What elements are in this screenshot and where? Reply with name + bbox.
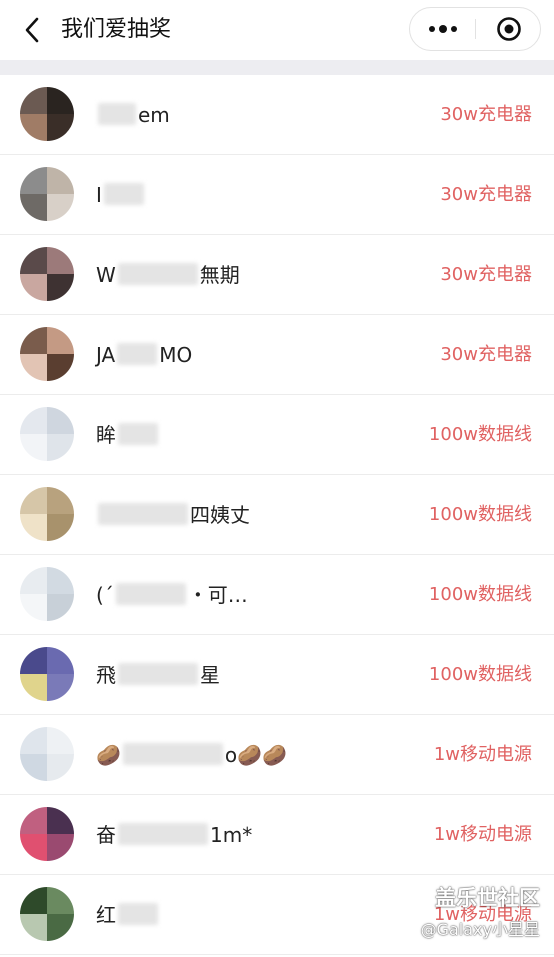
chevron-left-icon (25, 17, 39, 43)
redacted-name-blur (122, 743, 223, 765)
redacted-name-blur (98, 103, 136, 125)
winner-name-end: 星 (200, 663, 220, 687)
close-mini-program-button[interactable] (476, 8, 541, 50)
avatar (20, 727, 74, 781)
prize-label: 30w充电器 (440, 104, 532, 125)
prize-label: 1w移动电源 (433, 904, 532, 925)
redacted-name-blur (118, 423, 158, 445)
list-item: 红 1w移动电源 (0, 875, 554, 955)
list-item: 四姨丈 100w数据线 (0, 475, 554, 555)
list-item: 飛星 100w数据线 (0, 635, 554, 715)
winner-name: 🥔 o🥔🥔 (96, 740, 287, 770)
winner-name-end: ・可… (187, 583, 248, 607)
winner-name-start: 飛 (96, 663, 116, 687)
list-item: 🥔 o🥔🥔 1w移动电源 (0, 715, 554, 795)
winner-name: 四姨丈 (96, 500, 250, 530)
avatar (20, 487, 74, 541)
back-button[interactable] (18, 14, 46, 46)
avatar (20, 87, 74, 141)
redacted-name-blur (118, 903, 158, 925)
winner-name-start: 眸 (96, 423, 116, 447)
prize-label: 1w移动电源 (433, 824, 532, 845)
avatar (20, 807, 74, 861)
redacted-name-blur (117, 263, 198, 285)
redacted-name-blur (117, 343, 158, 365)
redacted-name-blur (115, 583, 186, 605)
winner-name: em (96, 100, 170, 130)
avatar (20, 887, 74, 941)
winner-name-start: (´ (96, 583, 114, 607)
winner-name-start: 🥔 (96, 743, 121, 767)
list-item: 奋 1m* 1w移动电源 (0, 795, 554, 875)
section-spacer (0, 60, 554, 75)
winner-name-end: o🥔🥔 (224, 743, 287, 767)
redacted-name-blur (118, 823, 208, 845)
list-item: W 無期 30w充电器 (0, 235, 554, 315)
list-item: JA MO 30w充电器 (0, 315, 554, 395)
redacted-name-blur (98, 503, 188, 525)
list-item: I 30w充电器 (0, 155, 554, 235)
winner-list: em 30w充电器 I 30w充电器 W 無期 30w充电器 JA MO 30w充电器眸 100w数… (0, 75, 554, 957)
winner-name-start: JA (96, 343, 116, 367)
redacted-name-blur (118, 663, 198, 685)
prize-label: 100w数据线 (428, 584, 532, 605)
winner-name-end: 無期 (199, 263, 240, 287)
avatar (20, 407, 74, 461)
winner-name: I (96, 180, 146, 210)
winner-name-end: em (138, 103, 170, 127)
winner-name: (´ ・可… (96, 580, 248, 610)
avatar (20, 247, 74, 301)
winner-name: W 無期 (96, 260, 240, 290)
winner-name-end: 1m* (210, 823, 253, 847)
winner-name: 眸 (96, 420, 160, 450)
winner-name-start: W (96, 263, 116, 287)
prize-label: 30w充电器 (440, 184, 532, 205)
list-item: 眸 100w数据线 (0, 395, 554, 475)
mini-program-capsule (409, 7, 541, 51)
avatar (20, 167, 74, 221)
list-item: (´ ・可… 100w数据线 (0, 555, 554, 635)
winner-name: 奋 1m* (96, 820, 252, 850)
winner-name: JA MO (96, 340, 192, 370)
avatar (20, 647, 74, 701)
target-circle-icon (496, 17, 521, 41)
winner-name-start: 红 (96, 903, 116, 927)
redacted-name-blur (103, 183, 144, 205)
prize-label: 30w充电器 (440, 264, 532, 285)
winner-name-start: 奋 (96, 823, 116, 847)
prize-label: 1w移动电源 (433, 744, 532, 765)
prize-label: 30w充电器 (440, 344, 532, 365)
more-menu-button[interactable] (410, 8, 475, 50)
avatar (20, 567, 74, 621)
winner-name-start: I (96, 183, 102, 207)
winner-name-end: 四姨丈 (190, 503, 250, 527)
winner-name: 飛星 (96, 660, 220, 690)
prize-label: 100w数据线 (428, 504, 532, 525)
navigation-bar: 我们爱抽奖 (0, 0, 554, 60)
winner-name: 红 (96, 900, 160, 930)
more-dots-icon (428, 25, 457, 33)
list-item: em 30w充电器 (0, 75, 554, 155)
avatar (20, 327, 74, 381)
page-title: 我们爱抽奖 (61, 17, 172, 42)
prize-label: 100w数据线 (428, 664, 532, 685)
prize-label: 100w数据线 (428, 424, 532, 445)
winner-name-end: MO (159, 343, 193, 367)
